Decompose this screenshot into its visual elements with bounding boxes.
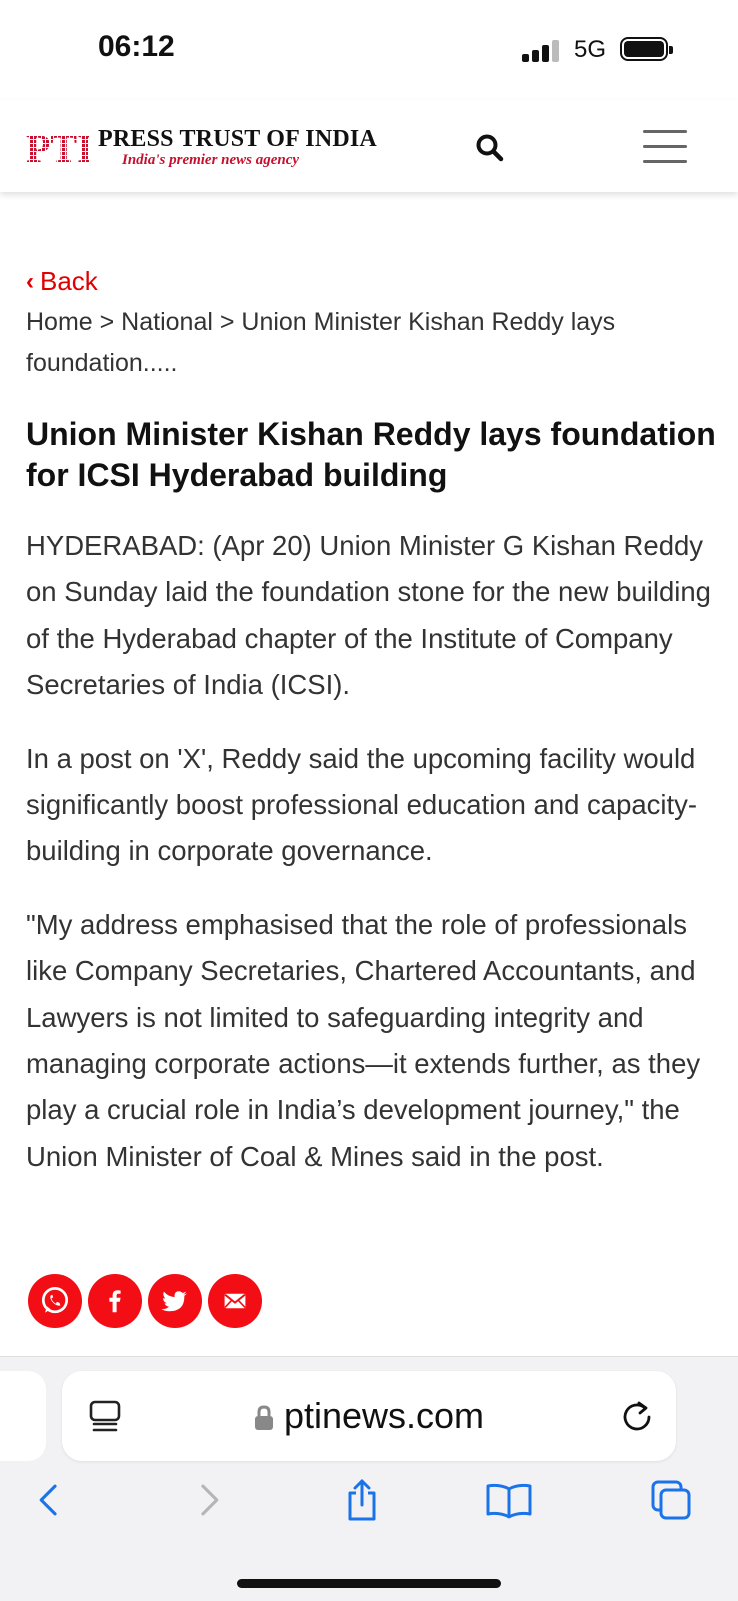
hamburger-icon[interactable] bbox=[643, 128, 687, 164]
article-headline: Union Minister Kishan Reddy lays foundat… bbox=[26, 416, 716, 493]
status-time: 06:12 bbox=[98, 30, 175, 63]
battery-icon bbox=[620, 37, 673, 61]
browser-chrome: ptinews.com bbox=[0, 1356, 738, 1601]
status-bar: 06:12 5G bbox=[0, 0, 738, 100]
pti-logo-mark: PTI bbox=[26, 128, 90, 168]
forward-arrow-icon[interactable] bbox=[184, 1475, 234, 1525]
tabs-icon[interactable] bbox=[646, 1475, 696, 1525]
url-text: ptinews.com bbox=[283, 1395, 485, 1436]
browser-toolbar bbox=[0, 1475, 738, 1539]
lock-icon bbox=[254, 1405, 273, 1430]
email-icon[interactable] bbox=[208, 1274, 262, 1328]
article-paragraph: "My address emphasised that the role of … bbox=[26, 908, 701, 1172]
share-buttons bbox=[28, 1274, 262, 1330]
reload-icon[interactable] bbox=[620, 1399, 654, 1433]
breadcrumb[interactable]: Home > National > Union Minister Kishan … bbox=[26, 302, 716, 384]
article-paragraph: In a post on 'X', Reddy said the upcomin… bbox=[26, 742, 698, 867]
back-label: Back bbox=[40, 266, 98, 296]
share-icon[interactable] bbox=[337, 1475, 387, 1525]
chevron-left-icon: ‹ bbox=[26, 267, 34, 295]
bookmarks-icon[interactable] bbox=[484, 1475, 534, 1525]
signal-icon bbox=[522, 38, 560, 62]
back-arrow-icon[interactable] bbox=[24, 1475, 74, 1525]
previous-tab-preview[interactable] bbox=[0, 1371, 46, 1461]
article-paragraph: HYDERABAD: (Apr 20) Union Minister G Kis… bbox=[26, 530, 711, 701]
facebook-icon[interactable] bbox=[88, 1274, 142, 1328]
home-indicator[interactable] bbox=[237, 1579, 501, 1588]
url-display[interactable]: ptinews.com bbox=[62, 1395, 676, 1437]
address-bar[interactable]: ptinews.com bbox=[62, 1371, 676, 1461]
search-icon[interactable] bbox=[474, 132, 506, 164]
twitter-icon[interactable] bbox=[148, 1274, 202, 1328]
article-body: HYDERABAD: (Apr 20) Union Minister G Kis… bbox=[26, 523, 716, 1207]
logo-tagline: India's premier news agency bbox=[122, 152, 300, 168]
network-type: 5G bbox=[574, 36, 607, 63]
logo-name: PRESS TRUST OF INDIA bbox=[98, 126, 377, 152]
back-link[interactable]: ‹ Back bbox=[26, 266, 98, 297]
whatsapp-icon[interactable] bbox=[28, 1274, 82, 1328]
pti-logo[interactable]: PTI PRESS TRUST OF INDIA India's premier… bbox=[26, 126, 377, 170]
site-header: PTI PRESS TRUST OF INDIA India's premier… bbox=[0, 100, 738, 192]
svg-text:PTI: PTI bbox=[26, 128, 90, 168]
